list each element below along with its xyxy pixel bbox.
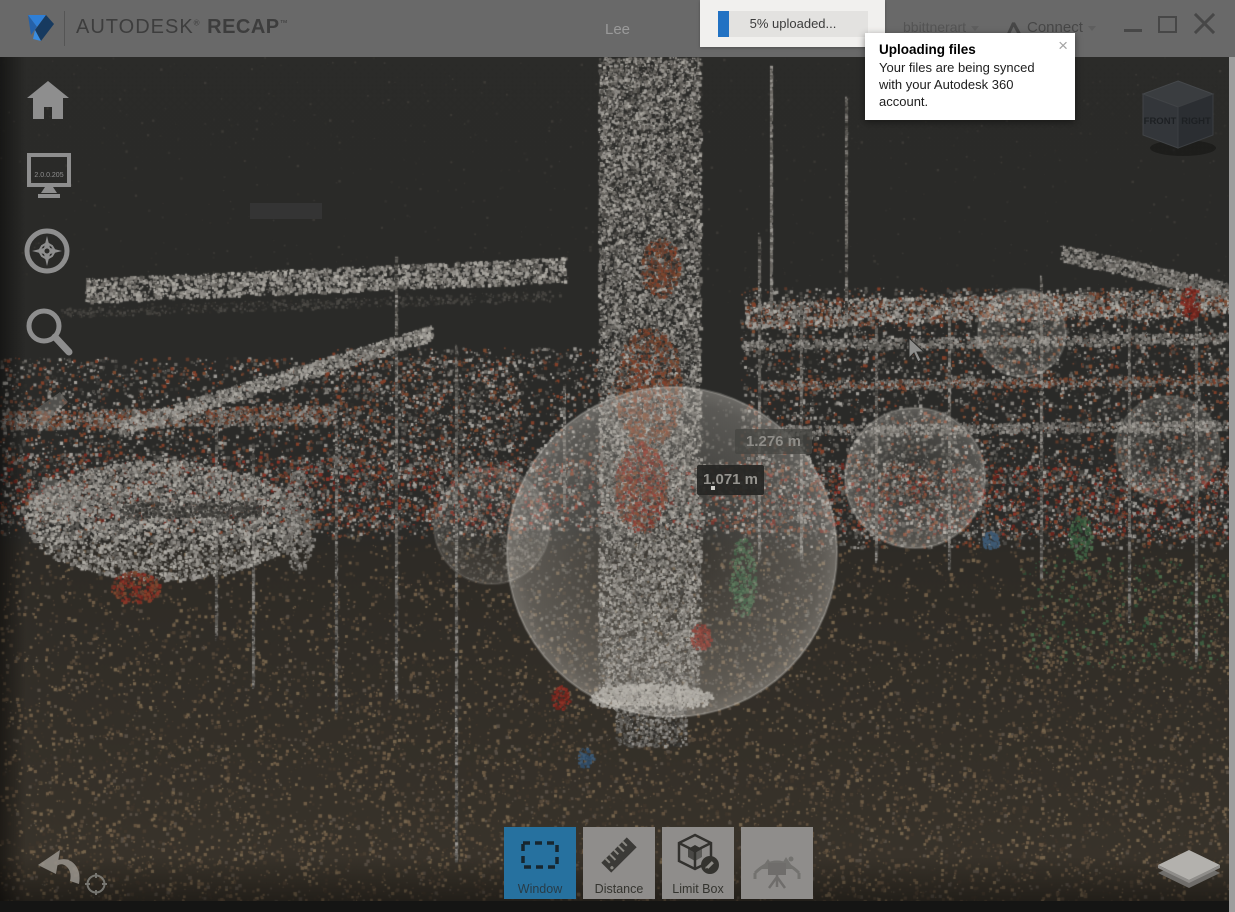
notification-body: Your files are being synced with your Au… [879, 60, 1035, 110]
window-controls [1124, 12, 1217, 36]
close-icon[interactable]: × [1058, 37, 1068, 54]
brand-wordmark: AUTODESK® RECAP™ [76, 16, 289, 38]
scan-camera-icon [753, 856, 801, 889]
limit-box-tool-button[interactable]: Limit Box [662, 827, 734, 899]
mouse-cursor [908, 337, 926, 363]
version-label: 2.0.0.205 [34, 172, 63, 179]
recap-logo-icon [28, 15, 54, 41]
measurement-endpoint [711, 486, 715, 490]
display-settings-button[interactable]: 2.0.0.205 [26, 152, 72, 202]
announcements-button[interactable] [28, 386, 76, 434]
close-button[interactable] [1193, 12, 1217, 36]
scan-locations-tool-button[interactable] [741, 827, 813, 899]
search-icon [26, 308, 73, 356]
home-button[interactable] [26, 78, 70, 122]
notification-title: Uploading files [879, 42, 976, 57]
point-cloud-viewport[interactable] [0, 57, 1235, 912]
compass-icon [24, 228, 70, 274]
tool-label: Window [517, 882, 563, 896]
right-panel-handle[interactable] [1229, 57, 1235, 912]
view-cube-front-label: FRONT [1144, 116, 1177, 127]
layers-button[interactable] [1156, 842, 1222, 894]
chevron-down-icon [971, 25, 980, 31]
undo-arrow-icon [38, 850, 80, 884]
empty-tooltip [250, 203, 322, 219]
chevron-down-icon [1087, 26, 1096, 31]
zoom-button[interactable] [23, 305, 73, 357]
cloud-sync-button[interactable] [22, 474, 78, 518]
upload-notification-popup: × Uploading files Your files are being s… [865, 33, 1075, 121]
measurement-label[interactable]: 1.276 m [735, 429, 812, 454]
undo-button[interactable] [36, 848, 84, 892]
tool-label: Limit Box [672, 882, 724, 896]
point-cloud-canvas[interactable] [0, 57, 1235, 912]
cloud-icon [28, 479, 75, 512]
orbit-icon [85, 873, 107, 895]
progress-track: 5% uploaded... [718, 11, 868, 37]
minimize-button[interactable] [1124, 28, 1142, 32]
measurement-label[interactable]: 1.071 m [697, 465, 764, 495]
view-cube[interactable]: FRONT RIGHT [1136, 76, 1220, 160]
monitor-icon: 2.0.0.205 [27, 153, 71, 198]
window-tool-button[interactable]: Window [504, 827, 576, 899]
limit-box-icon [677, 833, 719, 874]
window-bottom-edge [0, 901, 1235, 912]
home-icon [27, 81, 69, 119]
window-selection-icon [521, 841, 559, 869]
measurement-dot [747, 457, 750, 460]
view-cube-right-label: RIGHT [1181, 116, 1211, 127]
megaphone-icon [32, 392, 68, 431]
progress-label: 5% uploaded... [749, 16, 837, 31]
measurement-dot [756, 457, 759, 460]
maximize-button[interactable] [1158, 15, 1177, 33]
layers-icon [1158, 850, 1220, 888]
measure-toolbar: Window Distance Limit Box [504, 827, 813, 899]
measurement-dot [765, 457, 768, 460]
upload-progress-panel: 5% uploaded... [700, 0, 885, 47]
brand-divider [64, 11, 65, 46]
distance-tool-button[interactable]: Distance [583, 827, 655, 899]
navigation-button[interactable] [23, 227, 71, 275]
orbit-pivot-button[interactable] [84, 872, 108, 896]
tool-label: Distance [594, 882, 644, 896]
ruler-icon [601, 837, 637, 873]
